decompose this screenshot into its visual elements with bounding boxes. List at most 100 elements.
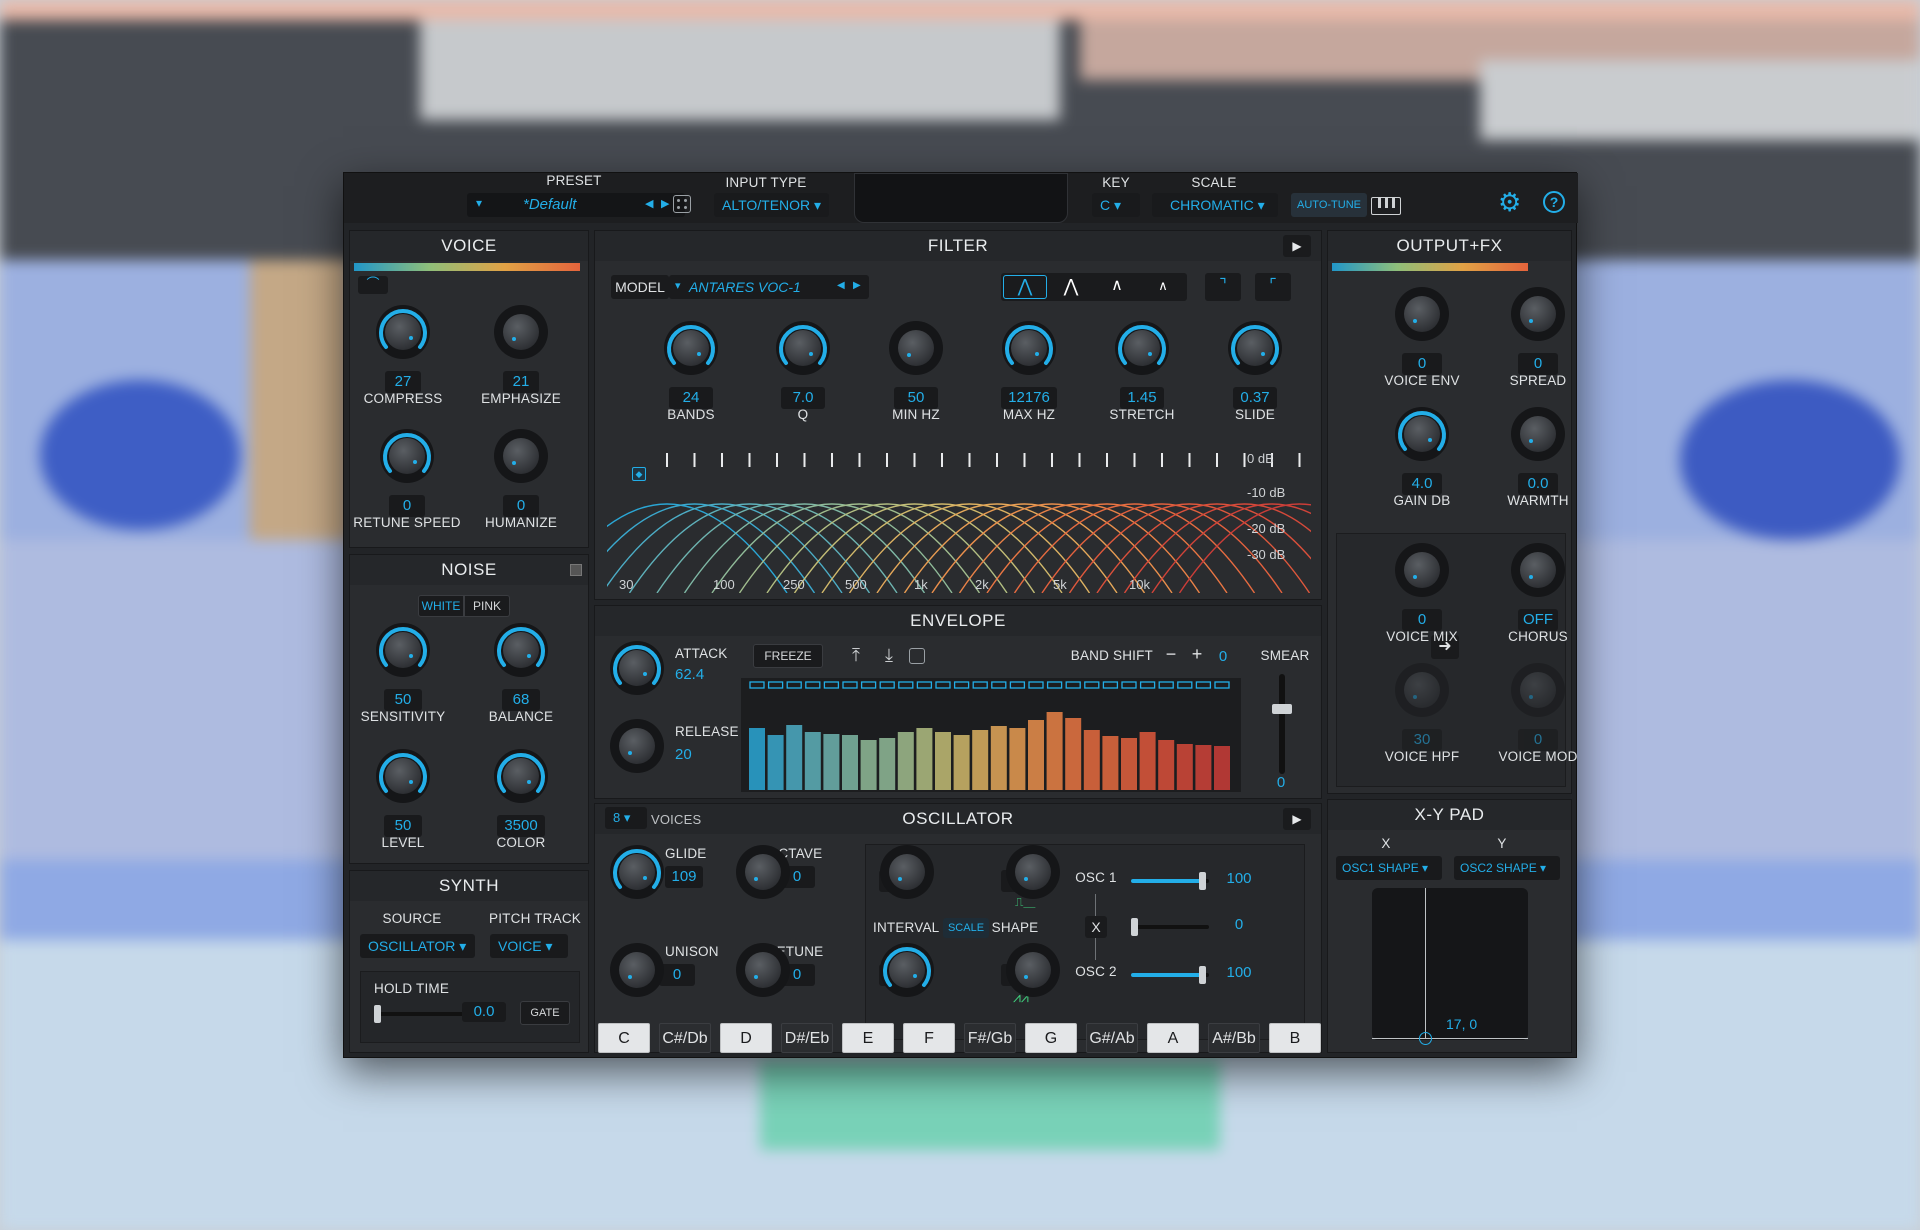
- preset-prev-icon[interactable]: ◀: [645, 197, 653, 210]
- key-d--eb[interactable]: D#/Eb: [781, 1023, 833, 1053]
- humanize-knob[interactable]: [492, 427, 550, 485]
- hold-time-slider[interactable]: [374, 1005, 464, 1023]
- band-shift-plus-button[interactable]: +: [1187, 644, 1207, 666]
- band-freeze-toggle[interactable]: [1214, 681, 1230, 689]
- scale-dropdown[interactable]: CHROMATIC ▾: [1152, 193, 1278, 217]
- band-freeze-toggle[interactable]: [953, 681, 970, 689]
- model-next-icon[interactable]: ▶: [853, 280, 861, 291]
- key-f--gb[interactable]: F#/Gb: [964, 1023, 1016, 1053]
- xy-x-dropdown[interactable]: OSC1 SHAPE ▾: [1336, 856, 1442, 880]
- help-icon[interactable]: ?: [1543, 191, 1565, 213]
- color-knob[interactable]: [492, 747, 550, 805]
- filter-min-hz-knob[interactable]: [887, 319, 945, 377]
- x-mix-slider[interactable]: [1131, 918, 1209, 936]
- source-dropdown[interactable]: OSCILLATOR ▾: [360, 934, 475, 958]
- voice-mix-knob[interactable]: [1393, 541, 1451, 599]
- key-g[interactable]: G: [1025, 1023, 1077, 1053]
- key-d[interactable]: D: [720, 1023, 772, 1053]
- key-g--ab[interactable]: G#/Ab: [1086, 1023, 1138, 1053]
- voice-env-knob[interactable]: [1393, 285, 1451, 343]
- gate-button[interactable]: GATE: [520, 1001, 570, 1025]
- filter-shape-wide-icon[interactable]: ⋀: [1003, 275, 1047, 299]
- band-freeze-toggle[interactable]: [1102, 681, 1119, 689]
- band-freeze-toggle[interactable]: [898, 681, 914, 689]
- filter-bands-knob[interactable]: [662, 319, 720, 377]
- spread-knob[interactable]: [1509, 285, 1567, 343]
- detune-knob[interactable]: [734, 941, 792, 999]
- filter-slide-knob[interactable]: [1226, 319, 1284, 377]
- band-freeze-toggle[interactable]: [1009, 681, 1026, 689]
- voice-mod-knob[interactable]: [1509, 661, 1567, 719]
- white-noise-button[interactable]: WHITE: [418, 595, 464, 617]
- filter-stretch-knob[interactable]: [1113, 319, 1171, 377]
- band-freeze-toggle[interactable]: [1195, 681, 1212, 689]
- band-freeze-toggle[interactable]: [1046, 681, 1063, 689]
- xy-cursor[interactable]: [1419, 1032, 1432, 1045]
- voice-hpf-knob[interactable]: [1393, 661, 1451, 719]
- shape-top-knob[interactable]: [1004, 843, 1062, 901]
- compress-knob[interactable]: [374, 303, 432, 361]
- envelope-dice-icon[interactable]: [909, 648, 925, 664]
- key-f[interactable]: F: [903, 1023, 955, 1053]
- filter-handle-icon[interactable]: ◆: [632, 467, 646, 481]
- balance-knob[interactable]: [492, 621, 550, 679]
- filter-max-hz-knob[interactable]: [1000, 319, 1058, 377]
- osc1-slider[interactable]: [1131, 872, 1209, 890]
- model-menu-icon[interactable]: ▾: [675, 279, 681, 292]
- unison-knob[interactable]: [608, 941, 666, 999]
- band-freeze-toggle[interactable]: [1139, 681, 1156, 689]
- upload-icon[interactable]: ⤒: [845, 644, 867, 668]
- piano-icon[interactable]: [1371, 197, 1401, 215]
- key-c[interactable]: C: [598, 1023, 650, 1053]
- voices-dropdown[interactable]: 8 ▾: [605, 807, 647, 829]
- band-freeze-toggle[interactable]: [916, 681, 933, 689]
- band-freeze-toggle[interactable]: [1028, 681, 1044, 689]
- band-freeze-toggle[interactable]: [1121, 681, 1137, 689]
- attack-knob[interactable]: [608, 639, 666, 697]
- retune-speed-knob[interactable]: [378, 427, 436, 485]
- smear-slider[interactable]: [1272, 674, 1292, 774]
- octave-knob[interactable]: [734, 843, 792, 901]
- band-freeze-toggle[interactable]: [1084, 681, 1100, 689]
- oscillator-play-button[interactable]: ▶: [1283, 808, 1311, 830]
- key-b[interactable]: B: [1269, 1023, 1321, 1053]
- filter-play-button[interactable]: ▶: [1283, 235, 1311, 257]
- band-freeze-toggle[interactable]: [786, 681, 802, 689]
- model-selector[interactable]: ▾ ANTARES VOC-1 ◀ ▶: [669, 275, 869, 299]
- key-c--db[interactable]: C#/Db: [659, 1023, 711, 1053]
- chorus-knob[interactable]: [1509, 541, 1567, 599]
- xy-y-dropdown[interactable]: OSC2 SHAPE ▾: [1454, 856, 1560, 880]
- filter-shape-narrow-icon[interactable]: ∧: [1095, 275, 1139, 299]
- shape-bottom-knob[interactable]: [1004, 941, 1062, 999]
- band-freeze-toggle[interactable]: [805, 681, 821, 689]
- band-freeze-toggle[interactable]: [879, 681, 895, 689]
- key-dropdown[interactable]: C ▾: [1092, 193, 1140, 217]
- pitch-track-dropdown[interactable]: VOICE ▾: [490, 934, 568, 958]
- level-knob[interactable]: [374, 747, 432, 805]
- freeze-button[interactable]: FREEZE: [753, 644, 823, 668]
- filter-shape-medium-icon[interactable]: ⋀: [1049, 275, 1093, 299]
- band-freeze-toggle[interactable]: [860, 681, 877, 689]
- warmth-knob[interactable]: [1509, 405, 1567, 463]
- dice-icon[interactable]: [673, 195, 691, 213]
- band-freeze-toggle[interactable]: [991, 681, 1007, 689]
- interval-top-knob[interactable]: [878, 843, 936, 901]
- gear-icon[interactable]: ⚙: [1498, 189, 1521, 215]
- glide-knob[interactable]: [608, 843, 666, 901]
- band-freeze-toggle[interactable]: [823, 681, 840, 689]
- filter-shape-thin-icon[interactable]: ∧: [1141, 275, 1185, 299]
- band-freeze-toggle[interactable]: [1177, 681, 1193, 689]
- model-prev-icon[interactable]: ◀: [837, 280, 845, 291]
- voice-curve-icon[interactable]: ⌒: [358, 276, 388, 294]
- band-freeze-toggle[interactable]: [842, 681, 858, 689]
- band-shift-minus-button[interactable]: −: [1161, 644, 1181, 666]
- preset-selector[interactable]: ▾ *Default ◀ ▶: [467, 193, 685, 217]
- preset-next-icon[interactable]: ▶: [661, 197, 669, 210]
- key-a[interactable]: A: [1147, 1023, 1199, 1053]
- osc2-slider[interactable]: [1131, 966, 1209, 984]
- interval-bottom-knob[interactable]: [878, 941, 936, 999]
- band-freeze-toggle[interactable]: [1158, 681, 1174, 689]
- download-icon[interactable]: ⤓: [878, 644, 900, 668]
- gain-db-knob[interactable]: [1393, 405, 1451, 463]
- band-freeze-toggle[interactable]: [972, 681, 988, 689]
